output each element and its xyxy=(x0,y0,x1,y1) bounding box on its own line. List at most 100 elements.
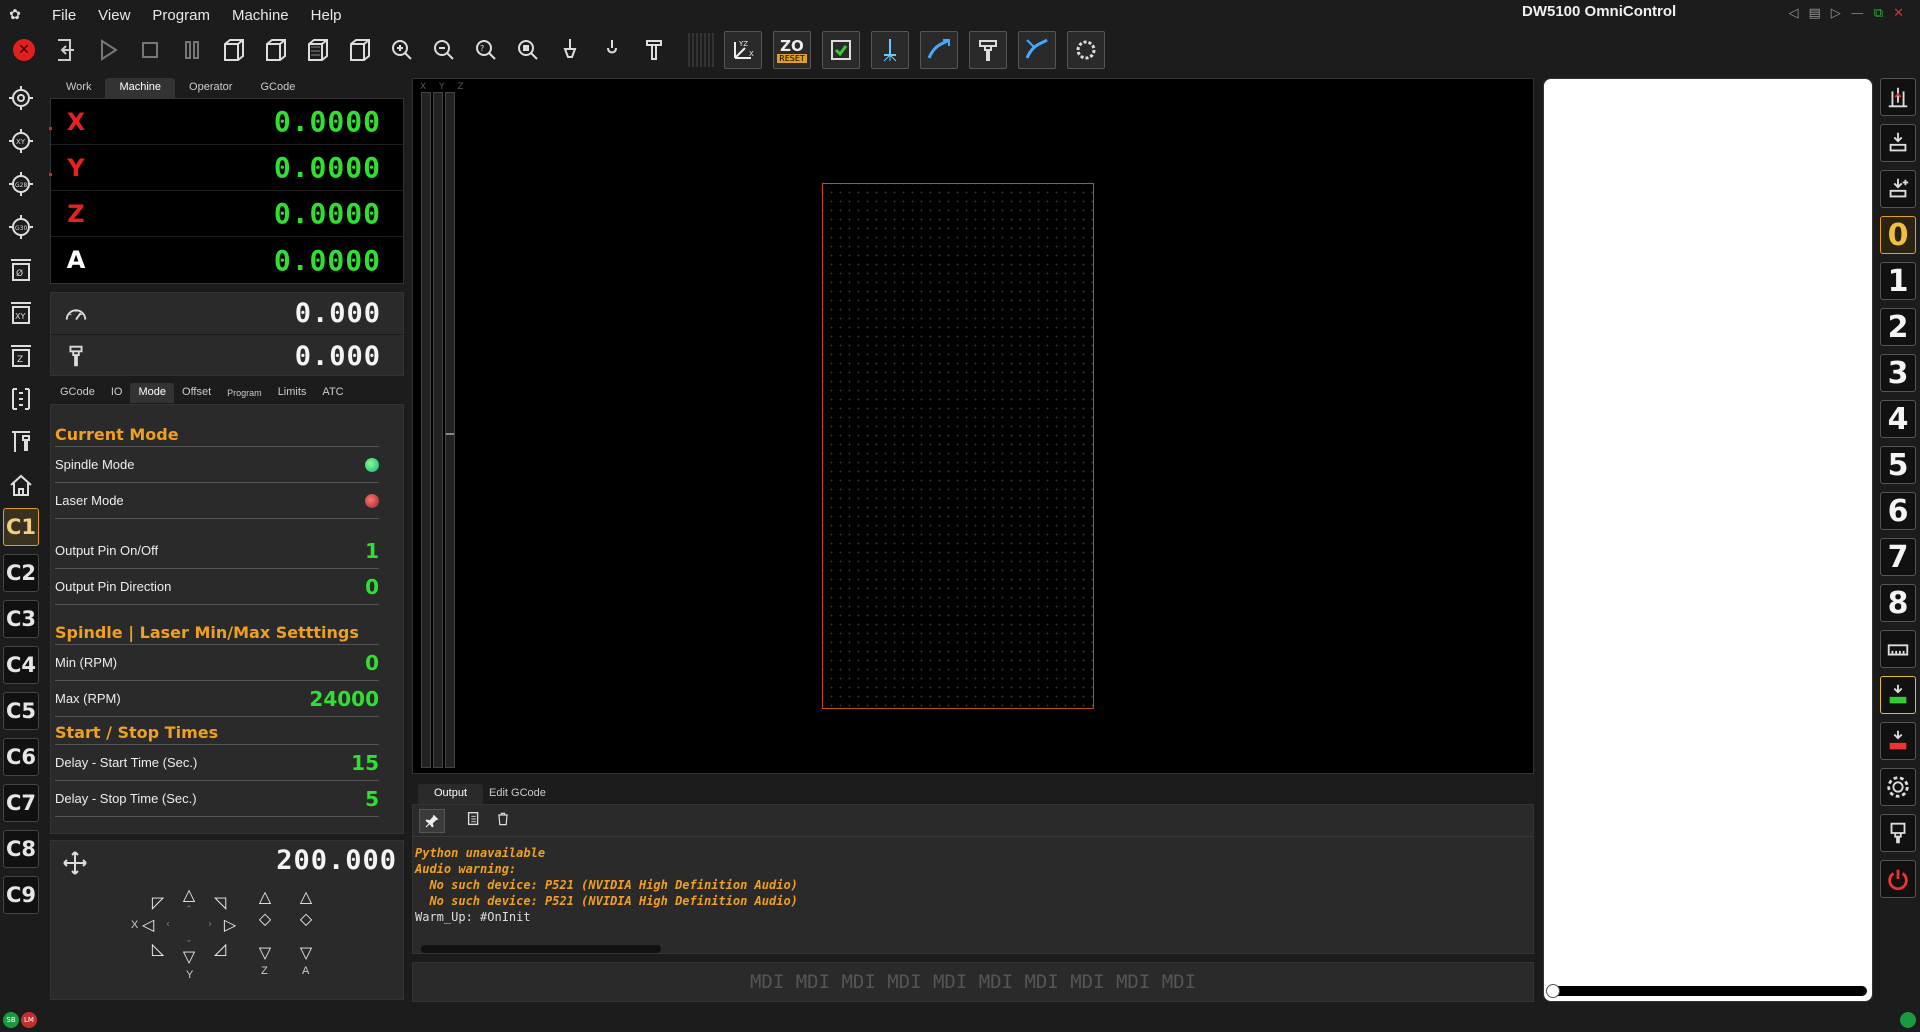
tab-atc[interactable]: ATC xyxy=(314,383,351,403)
stop-delay-row[interactable]: Delay - Stop Time (Sec.) 5 xyxy=(55,781,379,817)
jog-diag-up-left-button[interactable]: ◸ xyxy=(149,893,167,912)
goto-xy-button[interactable]: XY xyxy=(3,121,39,161)
zoom-fit-button[interactable]: ? xyxy=(468,32,504,68)
dro-row-x[interactable]: X 0.0000 xyxy=(49,99,403,145)
zoom-in-button[interactable] xyxy=(384,32,420,68)
camera-panel-slider-handle[interactable] xyxy=(1546,984,1560,998)
output-pin-onoff-value[interactable]: 1 xyxy=(365,539,379,563)
spindle-tool-button[interactable] xyxy=(636,32,672,68)
load-file-button[interactable] xyxy=(48,32,84,68)
custom-button-c2[interactable]: C2 xyxy=(3,554,39,592)
tab-limits[interactable]: Limits xyxy=(270,383,315,403)
custom-button-c9[interactable]: C9 xyxy=(3,876,39,914)
goto-g28-button[interactable]: G28 xyxy=(3,164,39,204)
camera-panel-slider[interactable] xyxy=(1547,986,1867,996)
tool-select-button-0[interactable]: 0 xyxy=(1880,216,1916,254)
dro-row-y[interactable]: Y 0.0000 xyxy=(49,145,403,191)
layout-icon[interactable]: ▤ xyxy=(1809,6,1821,21)
tool-touch-button[interactable] xyxy=(594,32,630,68)
dro-value-x[interactable]: 0.0000 xyxy=(101,105,403,138)
spindle-ring-button[interactable] xyxy=(1067,31,1105,69)
emergency-stop-button[interactable]: ✕ xyxy=(6,32,42,68)
tool-select-button-1[interactable]: 1 xyxy=(1880,262,1916,300)
jog-a-plus-fine-button[interactable]: ◇ xyxy=(297,909,315,928)
jog-x-plus-button[interactable]: ▷ xyxy=(221,915,239,934)
view-front-button[interactable] xyxy=(258,32,294,68)
tab-io[interactable]: IO xyxy=(103,383,131,403)
tool-up-button[interactable] xyxy=(1880,124,1916,162)
mdi-input[interactable]: MDI MDI MDI MDI MDI MDI MDI MDI MDI MDI xyxy=(412,962,1534,1002)
measure-button[interactable] xyxy=(3,379,39,419)
goto-g30-button[interactable]: G30 xyxy=(3,207,39,247)
tab-program[interactable]: Program xyxy=(219,383,270,403)
coolant-on-button[interactable] xyxy=(1880,676,1916,714)
tool-select-button-4[interactable]: 4 xyxy=(1880,400,1916,438)
tab-output[interactable]: Output xyxy=(418,784,484,804)
minimize-icon[interactable]: — xyxy=(1851,6,1864,21)
maximize-icon[interactable]: ⧉ xyxy=(1874,6,1883,21)
output-scrollbar[interactable] xyxy=(421,945,661,953)
atc-unload-button[interactable] xyxy=(1880,78,1916,116)
home-check-button[interactable] xyxy=(822,31,860,69)
close-icon[interactable]: ✕ xyxy=(1893,6,1904,21)
custom-button-c6[interactable]: C6 xyxy=(3,738,39,776)
tool-select-button-6[interactable]: 6 xyxy=(1880,492,1916,530)
laser-mode-led[interactable] xyxy=(365,493,379,508)
menu-machine[interactable]: Machine xyxy=(232,7,289,24)
zero-xy-button[interactable]: XY xyxy=(3,293,39,333)
power-button[interactable] xyxy=(1880,860,1916,898)
zo-reset-button[interactable]: ZO RESET xyxy=(773,31,811,69)
spindle-control-button[interactable] xyxy=(1880,814,1916,852)
tool-select-button-8[interactable]: 8 xyxy=(1880,584,1916,622)
menu-program[interactable]: Program xyxy=(152,7,210,24)
custom-button-c3[interactable]: C3 xyxy=(3,600,39,638)
tab-gcode[interactable]: GCode xyxy=(246,78,309,98)
nav-forward-icon[interactable]: ▷ xyxy=(1831,6,1841,21)
drill-button[interactable] xyxy=(969,31,1007,69)
nav-back-icon[interactable]: ◁ xyxy=(1789,6,1799,21)
tab-mode[interactable]: Mode xyxy=(130,383,175,403)
zoom-extents-button[interactable] xyxy=(510,32,546,68)
dro-value-y[interactable]: 0.0000 xyxy=(101,151,403,184)
jog-z-plus-fine-button[interactable]: ◇ xyxy=(256,909,274,928)
menu-help[interactable]: Help xyxy=(311,7,342,24)
tab-work[interactable]: Work xyxy=(52,78,105,98)
zero-all-button[interactable]: Ø xyxy=(3,250,39,290)
min-rpm-value[interactable]: 0 xyxy=(365,651,379,675)
max-rpm-value[interactable]: 24000 xyxy=(309,687,379,711)
jog-diag-down-right-button[interactable]: ◿ xyxy=(211,939,229,958)
custom-button-c8[interactable]: C8 xyxy=(3,830,39,868)
custom-button-c5[interactable]: C5 xyxy=(3,692,39,730)
goto-zero-button[interactable] xyxy=(3,78,39,118)
jog-diag-down-left-button[interactable]: ◺ xyxy=(149,939,167,958)
set-axes-button[interactable]: YZ X xyxy=(724,31,762,69)
tool-select-button-7[interactable]: 7 xyxy=(1880,538,1916,576)
probe-button[interactable] xyxy=(552,32,588,68)
view-top-button[interactable] xyxy=(300,32,336,68)
jog-x-plus-fine-button[interactable]: › xyxy=(201,915,219,933)
stop-button[interactable] xyxy=(132,32,168,68)
spindle-mode-row[interactable]: Spindle Mode xyxy=(55,447,379,483)
output-pin-direction-row[interactable]: Output Pin Direction 0 xyxy=(55,569,379,605)
menu-view[interactable]: View xyxy=(98,7,130,24)
dro-row-a[interactable]: A 0.0000 xyxy=(51,237,403,283)
max-rpm-row[interactable]: Max (RPM) 24000 xyxy=(55,681,379,717)
jog-z-minus-button[interactable]: ▽ xyxy=(256,943,274,962)
pin-button[interactable] xyxy=(419,808,445,833)
stop-delay-value[interactable]: 5 xyxy=(365,787,379,811)
jog-step-value[interactable]: 200.000 xyxy=(276,845,397,876)
custom-button-c1[interactable]: C1 xyxy=(3,508,39,546)
jog-x-minus-fine-button[interactable]: ‹ xyxy=(159,915,177,933)
jog-z-plus-button[interactable]: △ xyxy=(256,887,274,906)
clear-button[interactable] xyxy=(495,811,511,831)
zero-z-button[interactable]: Z xyxy=(3,336,39,376)
home-button[interactable] xyxy=(3,465,39,505)
settings-button[interactable] xyxy=(1880,768,1916,806)
dro-value-a[interactable]: 0.0000 xyxy=(101,244,403,277)
jog-y-plus-fine-button[interactable]: ⌃ xyxy=(180,901,198,919)
laser-button[interactable] xyxy=(871,31,909,69)
tool-table-button[interactable] xyxy=(1880,630,1916,668)
tool-select-button-5[interactable]: 5 xyxy=(1880,446,1916,484)
jog-x-minus-button[interactable]: ◁ xyxy=(139,915,157,934)
custom-button-c7[interactable]: C7 xyxy=(3,784,39,822)
